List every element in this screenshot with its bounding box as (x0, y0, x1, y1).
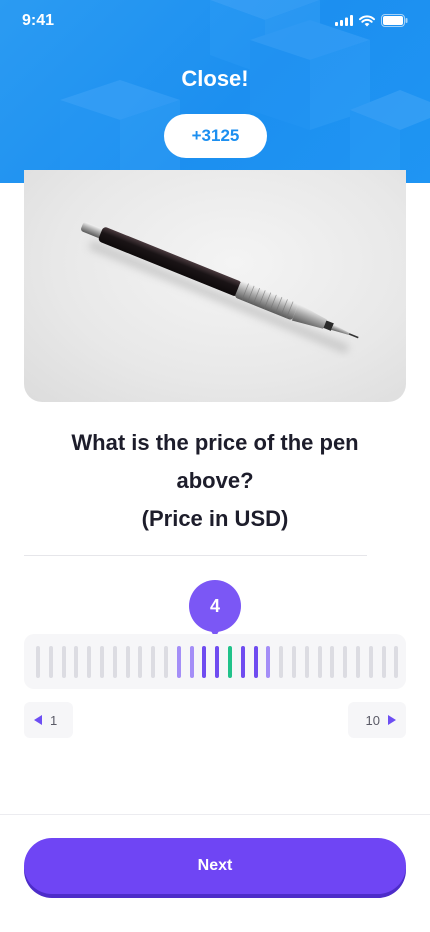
range-min-button[interactable]: 1 (24, 702, 73, 738)
range-max-label: 10 (365, 712, 380, 728)
slider-tick (99, 646, 104, 678)
slider-tick (330, 646, 335, 678)
status-icons (335, 14, 408, 27)
slider-tick (176, 646, 181, 678)
slider-tick (125, 646, 130, 678)
slider-tick (394, 646, 399, 678)
slider-ticks (36, 646, 399, 678)
slider-tick (266, 646, 271, 678)
product-image (24, 170, 406, 402)
slider-tick (48, 646, 53, 678)
question-unit: (Price in USD) (141, 506, 289, 531)
wifi-icon (359, 14, 375, 26)
slider-tick (215, 646, 220, 678)
score-badge: +3125 (164, 114, 267, 158)
triangle-right-icon (388, 715, 396, 725)
slider-tick (151, 646, 156, 678)
status-time: 9:41 (22, 12, 55, 29)
signal-icon (335, 15, 353, 26)
slider-tick (138, 646, 143, 678)
range-min-label: 1 (50, 712, 58, 728)
slider-tick (36, 646, 40, 678)
footer-divider (0, 814, 430, 815)
header-banner: 9:41 Close! +3125 (0, 0, 430, 183)
result-title: Close! (181, 66, 249, 91)
pen-image (81, 222, 359, 353)
slider-tick (112, 646, 117, 678)
slider-tick (240, 646, 245, 678)
slider-tick (279, 646, 284, 678)
next-button[interactable]: Next (24, 838, 406, 894)
slider-tick (291, 646, 296, 678)
slider-tick (368, 646, 373, 678)
slider-tick (304, 646, 309, 678)
slider-tick (381, 646, 386, 678)
slider-tick (343, 646, 348, 678)
question-line-2: above? (176, 468, 254, 493)
slider-tick (202, 646, 207, 678)
triangle-left-icon (34, 715, 42, 725)
battery-icon (381, 14, 408, 27)
slider-tick (87, 646, 92, 678)
range-max-button[interactable]: 10 (348, 702, 406, 738)
slider-tick (163, 646, 168, 678)
slider-tick (61, 646, 66, 678)
slider-tick (317, 646, 322, 678)
slider-tick-selected (227, 646, 232, 678)
divider (24, 555, 367, 556)
slider-tick (253, 646, 258, 678)
question-line-1: What is the price of the pen (71, 430, 359, 455)
slider-tick (355, 646, 360, 678)
slider-tick (74, 646, 79, 678)
price-slider-track[interactable] (24, 634, 406, 689)
question-text: What is the price of the pen above? (Pri… (30, 424, 400, 538)
slider-tick (189, 646, 194, 678)
